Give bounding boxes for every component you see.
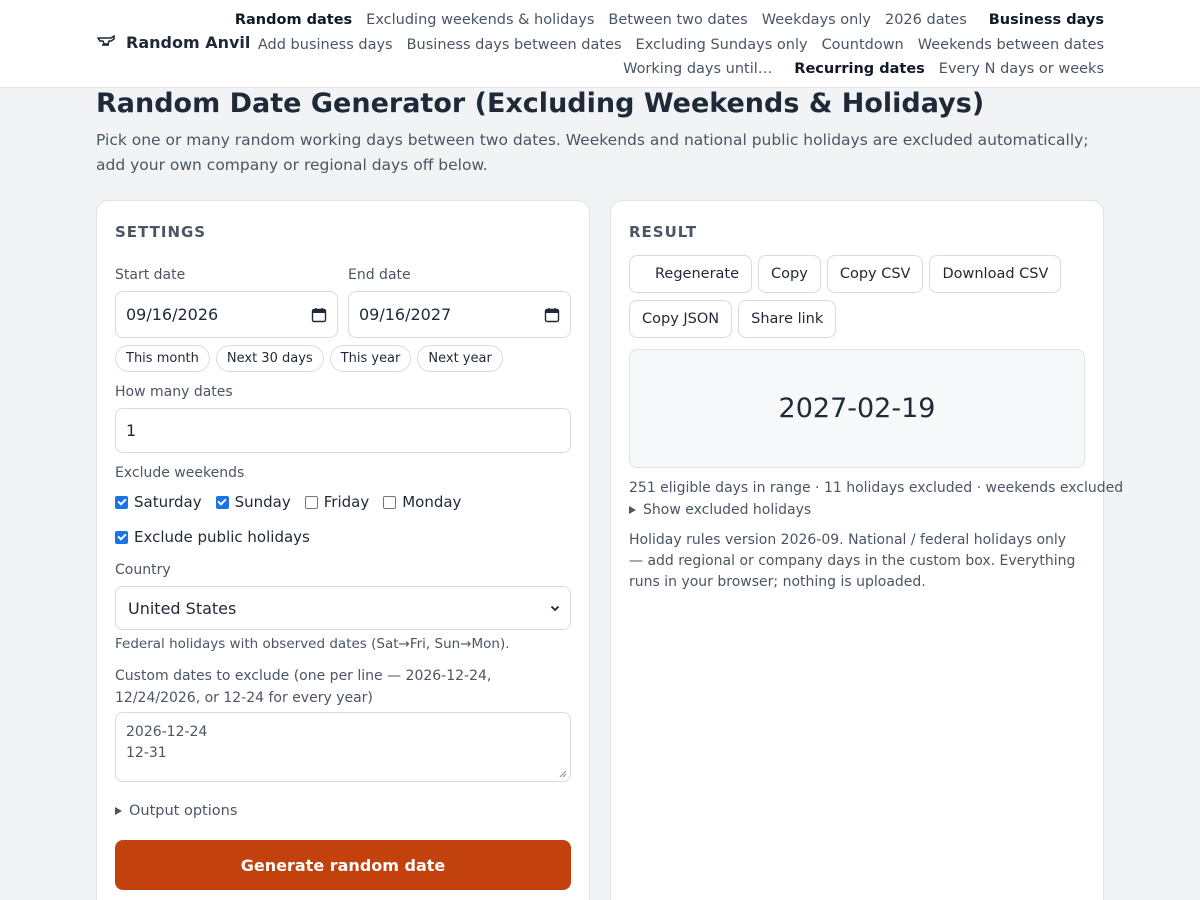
preset-next-year[interactable]: Next year (417, 345, 503, 372)
sunday-checkbox[interactable]: Sunday (215, 493, 291, 511)
friday-checkbox[interactable]: Friday (304, 493, 370, 511)
holiday-rules-note: Holiday rules version 2026-09. National … (629, 532, 1076, 590)
result-output: 2027-02-19 (629, 349, 1085, 468)
country-note: Federal holidays with observed dates (Sa… (115, 636, 510, 652)
checkbox-unchecked[interactable] (383, 495, 397, 509)
calendar-icon[interactable] (311, 307, 327, 323)
start-date-value: 09/16/2026 (126, 305, 219, 324)
main-nav: Random dates Excluding weekends & holida… (235, 8, 1104, 82)
result-card: RESULT Regenerate Copy Copy CSV Download… (610, 200, 1123, 900)
count-value: 1 (126, 421, 137, 440)
country-select[interactable]: United States (115, 586, 571, 630)
nav-link[interactable]: Business days (989, 12, 1104, 28)
checkbox-label: Sunday (234, 493, 291, 511)
country-value: United States (128, 598, 237, 618)
output-options-toggle[interactable]: Output options (115, 803, 237, 819)
nav-row-3: Working days until… Recurring dates Ever… (284, 57, 1104, 82)
checkbox-unchecked[interactable] (304, 495, 318, 509)
nav-row-1: Random dates Excluding weekends & holida… (235, 8, 1104, 33)
nav-link[interactable]: Excluding Sundays only (636, 37, 808, 53)
nav-link[interactable]: Every N days or weeks (939, 61, 1104, 77)
result-date: 2027-02-19 (778, 393, 936, 424)
nav-link[interactable]: 2026 dates (885, 12, 967, 28)
checkbox-label: Friday (323, 493, 370, 511)
page-title: Random Date Generator (Excluding Weekend… (96, 88, 985, 119)
end-date-input[interactable]: 09/16/2027 (348, 291, 571, 338)
holidays-option: Exclude public holidays (115, 528, 310, 546)
chevron-down-icon (550, 605, 560, 612)
page-subtitle: Pick one or many random working days bet… (96, 131, 1089, 174)
nav-link[interactable]: Excluding weekends & holidays (366, 12, 594, 28)
nav-link[interactable]: Random dates (235, 12, 352, 28)
checkbox-label: Exclude public holidays (134, 528, 310, 546)
disclosure-triangle-icon (115, 807, 122, 815)
custom-date-line: 2026-12-24 (126, 724, 208, 740)
regenerate-button[interactable]: Regenerate (629, 255, 753, 293)
nav-link[interactable]: Add business days (258, 37, 393, 53)
anvil-icon (97, 35, 115, 46)
checkbox-checked[interactable] (115, 530, 128, 544)
end-date-label: End date (348, 267, 411, 283)
custom-dates-textarea[interactable]: 2026-12-24 12-31 (115, 712, 571, 782)
brand-name: Random Anvil (126, 32, 251, 52)
download-csv-button[interactable]: Download CSV (929, 255, 1062, 293)
output-options-label: Output options (129, 803, 238, 819)
nav-link[interactable]: Between two dates (608, 12, 747, 28)
disclosure-triangle-icon (629, 506, 636, 514)
nav-link[interactable]: Countdown (822, 37, 904, 53)
start-date-label: Start date (115, 267, 186, 283)
settings-heading: SETTINGS (115, 223, 207, 241)
checkbox-label: Monday (402, 493, 462, 511)
nav-link[interactable]: Weekends between dates (918, 37, 1104, 53)
preset-this-year[interactable]: This year (329, 345, 412, 372)
top-bar: Random Anvil Random dates Excluding week… (0, 0, 1200, 88)
preset-this-month[interactable]: This month (115, 345, 210, 372)
resize-grip-icon[interactable] (559, 770, 567, 778)
saturday-checkbox[interactable]: Saturday (115, 493, 202, 511)
calendar-icon[interactable] (544, 307, 560, 323)
result-heading: RESULT (629, 223, 698, 241)
preset-next-30-days[interactable]: Next 30 days (215, 345, 324, 372)
nav-row-2: Add business days Business days between … (258, 33, 1104, 58)
nav-link[interactable]: Recurring dates (794, 61, 925, 77)
count-label: How many dates (115, 384, 233, 400)
checkbox-checked[interactable] (115, 495, 128, 509)
checkbox-checked[interactable] (215, 495, 229, 509)
generate-button[interactable]: Generate random date (115, 840, 571, 890)
copy-button[interactable]: Copy (758, 255, 821, 293)
result-stats: 251 eligible days in range · 11 holidays… (629, 480, 1124, 496)
nav-link[interactable]: Working days until… (623, 61, 772, 77)
date-presets: This month Next 30 days This year Next y… (115, 345, 503, 372)
show-excluded-label: Show excluded holidays (643, 502, 812, 518)
end-date-value: 09/16/2027 (359, 305, 452, 324)
result-actions-row-1: Regenerate Copy Copy CSV Download CSV (629, 255, 1062, 293)
copy-csv-button[interactable]: Copy CSV (826, 255, 924, 293)
brand-logo[interactable]: Random Anvil (96, 32, 250, 52)
result-actions-row-2: Copy JSON Share link (629, 300, 837, 338)
exclude-holidays-checkbox[interactable]: Exclude public holidays (115, 528, 310, 546)
exclude-weekends-label: Exclude weekends (115, 465, 245, 481)
show-excluded-toggle[interactable]: Show excluded holidays (629, 502, 811, 518)
count-input[interactable]: 1 (115, 408, 571, 453)
country-label: Country (115, 562, 171, 578)
nav-link[interactable]: Weekdays only (762, 12, 871, 28)
custom-dates-label: Custom dates to exclude (one per line — … (115, 668, 492, 706)
copy-json-button[interactable]: Copy JSON (629, 300, 733, 338)
checkbox-label: Saturday (134, 493, 202, 511)
share-link-button[interactable]: Share link (738, 300, 837, 338)
monday-checkbox[interactable]: Monday (383, 493, 461, 511)
settings-card: SETTINGS Start date 09/16/2026 End date … (96, 200, 590, 900)
nav-link[interactable]: Business days between dates (407, 37, 622, 53)
start-date-input[interactable]: 09/16/2026 (115, 291, 338, 338)
custom-date-line: 12-31 (126, 745, 167, 761)
weekend-options: Saturday Sunday Friday Monday (115, 493, 461, 511)
